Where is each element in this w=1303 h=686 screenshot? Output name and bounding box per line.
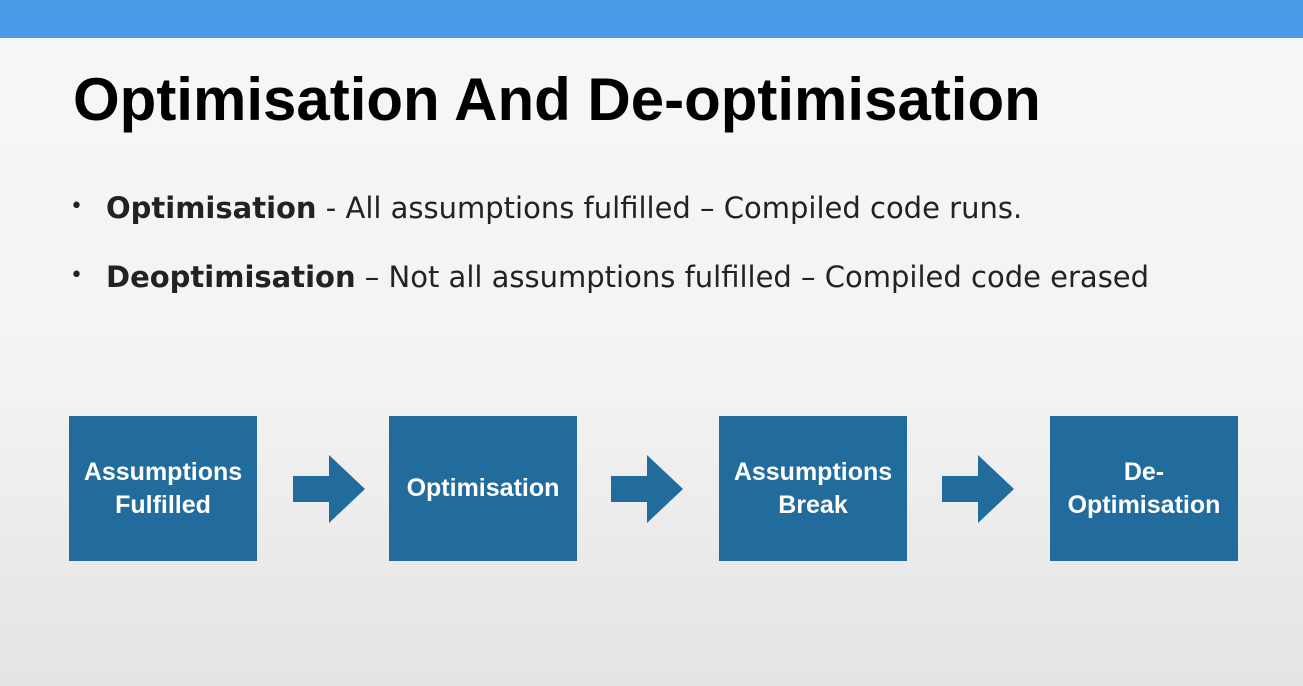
flow-step-assumptions-fulfilled: Assumptions Fulfilled: [69, 416, 257, 561]
flow-step-label: Assumptions Break: [733, 457, 893, 519]
flow-step-optimisation: Optimisation: [389, 416, 577, 561]
flow-step-label: Optimisation: [406, 474, 560, 502]
flow-step-assumptions-break: Assumptions Break: [719, 416, 907, 561]
process-flow-diagram: Assumptions Fulfilled Optimisation Assum…: [0, 0, 1303, 686]
right-arrow-icon: [611, 455, 683, 523]
flow-step-de-optimisation: De-Optimisation: [1050, 416, 1238, 561]
right-arrow-icon: [942, 455, 1014, 523]
presentation-slide: Optimisation And De-optimisation • Optim…: [0, 0, 1303, 686]
right-arrow-icon: [293, 455, 365, 523]
flow-step-label: Assumptions Fulfilled: [83, 457, 243, 519]
flow-step-label: De-Optimisation: [1067, 457, 1221, 519]
